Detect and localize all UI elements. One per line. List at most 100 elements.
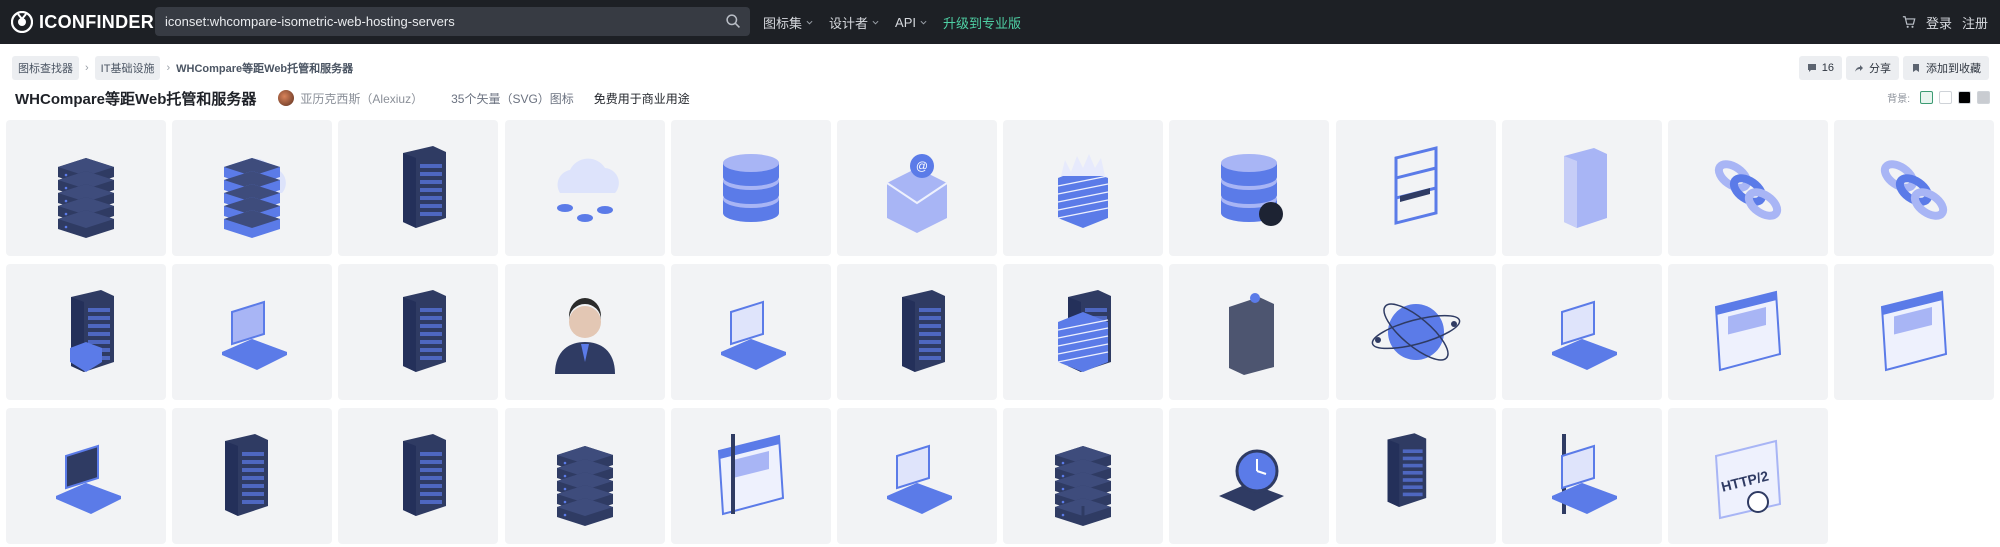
breadcrumb-separator-icon: ›	[85, 62, 89, 74]
add-to-collection-label: 添加到收藏	[1926, 63, 1981, 75]
icon-tile[interactable]	[1003, 408, 1164, 544]
add-to-collection-button[interactable]: 添加到收藏	[1903, 56, 1989, 80]
icon-tile[interactable]	[1501, 120, 1662, 256]
server-stack-icon	[58, 158, 114, 238]
background-label: 背景:	[1887, 94, 1910, 105]
icon-tile[interactable]	[1335, 120, 1496, 256]
laptop-website-icon	[1551, 300, 1617, 370]
icon-tile[interactable]	[1169, 120, 1330, 256]
page-title: WHCompare等距Web托管和服务器	[15, 90, 257, 108]
icon-tile[interactable]	[837, 264, 997, 400]
cart-icon[interactable]	[1902, 15, 1916, 29]
author-link[interactable]: 亚历克西斯（Alexiuz）	[278, 90, 423, 107]
icon-tile[interactable]	[837, 408, 997, 544]
icon-tile[interactable]	[172, 408, 333, 544]
icon-tile[interactable]	[1003, 264, 1164, 400]
chevron-down-icon	[872, 20, 879, 25]
logo-icon	[11, 11, 33, 33]
uptime-clock-icon	[1219, 449, 1285, 511]
globe-network-icon	[1371, 303, 1460, 361]
icon-tile[interactable]	[1834, 120, 1995, 256]
icon-tile[interactable]	[1501, 264, 1662, 400]
laptop-code-icon	[720, 300, 786, 370]
search-box	[155, 7, 750, 36]
server-firewall-icon	[1058, 290, 1112, 372]
nav-designers[interactable]: 设计者	[829, 13, 879, 32]
icon-tile[interactable]	[6, 120, 166, 256]
bookmark-icon	[1913, 64, 1919, 72]
background-swatch-gray[interactable]	[1977, 91, 1990, 104]
icon-tile[interactable]	[6, 408, 166, 544]
server-security-icon	[70, 290, 114, 372]
author-name: 亚历克西斯（Alexiuz）	[300, 91, 424, 106]
icon-tile[interactable]	[172, 120, 333, 256]
share-button[interactable]: 分享	[1846, 56, 1899, 80]
server-tower-3-icon	[902, 290, 945, 372]
chain-link-2-icon	[1881, 160, 1948, 220]
support-agent-icon	[554, 298, 615, 374]
chain-link-icon	[1714, 160, 1782, 220]
background-swatch-green[interactable]	[1920, 91, 1933, 104]
laptop-terminal-icon	[56, 444, 121, 514]
crane-code-icon	[1551, 434, 1617, 514]
chevron-down-icon	[806, 20, 813, 25]
icon-tile[interactable]	[670, 264, 831, 400]
search-input[interactable]	[165, 7, 705, 36]
icon-tile[interactable]	[172, 264, 333, 400]
database-icon	[722, 154, 779, 222]
server-tower-icon	[403, 146, 447, 228]
icon-tile[interactable]	[504, 408, 665, 544]
background-swatch-white[interactable]	[1939, 91, 1952, 104]
email-icon: @	[886, 154, 948, 233]
chevron-down-icon	[920, 20, 927, 25]
server-connection-icon	[225, 434, 269, 516]
icon-tile[interactable]: @	[837, 120, 997, 256]
icon-tile[interactable]	[1335, 264, 1496, 400]
icon-tile[interactable]	[1668, 120, 1828, 256]
nav-iconsets[interactable]: 图标集	[763, 13, 813, 32]
icon-tile[interactable]	[6, 264, 166, 400]
breadcrumb-item-home[interactable]: 图标查找器	[12, 56, 79, 80]
icon-tile[interactable]	[338, 264, 499, 400]
icon-tile[interactable]	[1003, 120, 1164, 256]
icon-tile[interactable]	[670, 408, 831, 544]
avatar	[278, 90, 295, 106]
icon-tile[interactable]	[504, 120, 665, 256]
icon-tile[interactable]	[1668, 264, 1828, 400]
icon-tile[interactable]	[1834, 264, 1995, 400]
icon-tile[interactable]	[1335, 408, 1496, 544]
comments-button[interactable]: 16	[1798, 56, 1842, 80]
database-power-icon	[1221, 154, 1284, 226]
cloud-network-icon	[556, 158, 619, 222]
main-nav: 图标集 设计者 API 升级到专业版	[763, 0, 1037, 44]
license-text: 免费用于商业用途	[593, 91, 690, 106]
icon-tile[interactable]	[338, 120, 499, 256]
nav-api-label: API	[895, 14, 916, 30]
nav-upgrade[interactable]: 升级到专业版	[943, 13, 1021, 32]
icon-tile[interactable]: HTTP/2	[1668, 408, 1828, 544]
cloud-server-icon	[224, 158, 287, 238]
pc-tower-icon	[1563, 148, 1607, 228]
background-swatch-black[interactable]	[1958, 91, 1971, 104]
comments-count: 16	[1821, 62, 1834, 74]
icon-tile[interactable]	[338, 408, 499, 544]
icon-tile[interactable]	[670, 120, 831, 256]
icon-tile[interactable]	[504, 264, 665, 400]
icon-count: 35个矢量（SVG）图标	[451, 91, 574, 106]
breadcrumb-current: WHCompare等距Web托管和服务器	[176, 63, 354, 75]
breadcrumb: 图标查找器 › IT基础设施 › WHCompare等距Web托管和服务器	[12, 56, 354, 80]
nav-api[interactable]: API	[895, 15, 927, 30]
icon-tile[interactable]	[1169, 264, 1330, 400]
nav-upgrade-label: 升级到专业版	[943, 15, 1022, 31]
website-construction-icon	[717, 434, 784, 516]
iconfinder-logo[interactable]: ICONFINDER	[11, 9, 154, 35]
login-link[interactable]: 登录	[1926, 13, 1952, 32]
icon-tile[interactable]	[1169, 408, 1330, 544]
search-icon[interactable]	[725, 13, 742, 30]
breadcrumb-item-category[interactable]: IT基础设施	[94, 56, 161, 80]
register-link[interactable]: 注册	[1962, 13, 1988, 32]
share-label: 分享	[1869, 63, 1891, 75]
iconset-actions: 16 分享 添加到收藏	[1798, 56, 1989, 80]
icon-tile[interactable]	[1501, 408, 1662, 544]
account-area: 登录 注册	[1902, 0, 1988, 44]
